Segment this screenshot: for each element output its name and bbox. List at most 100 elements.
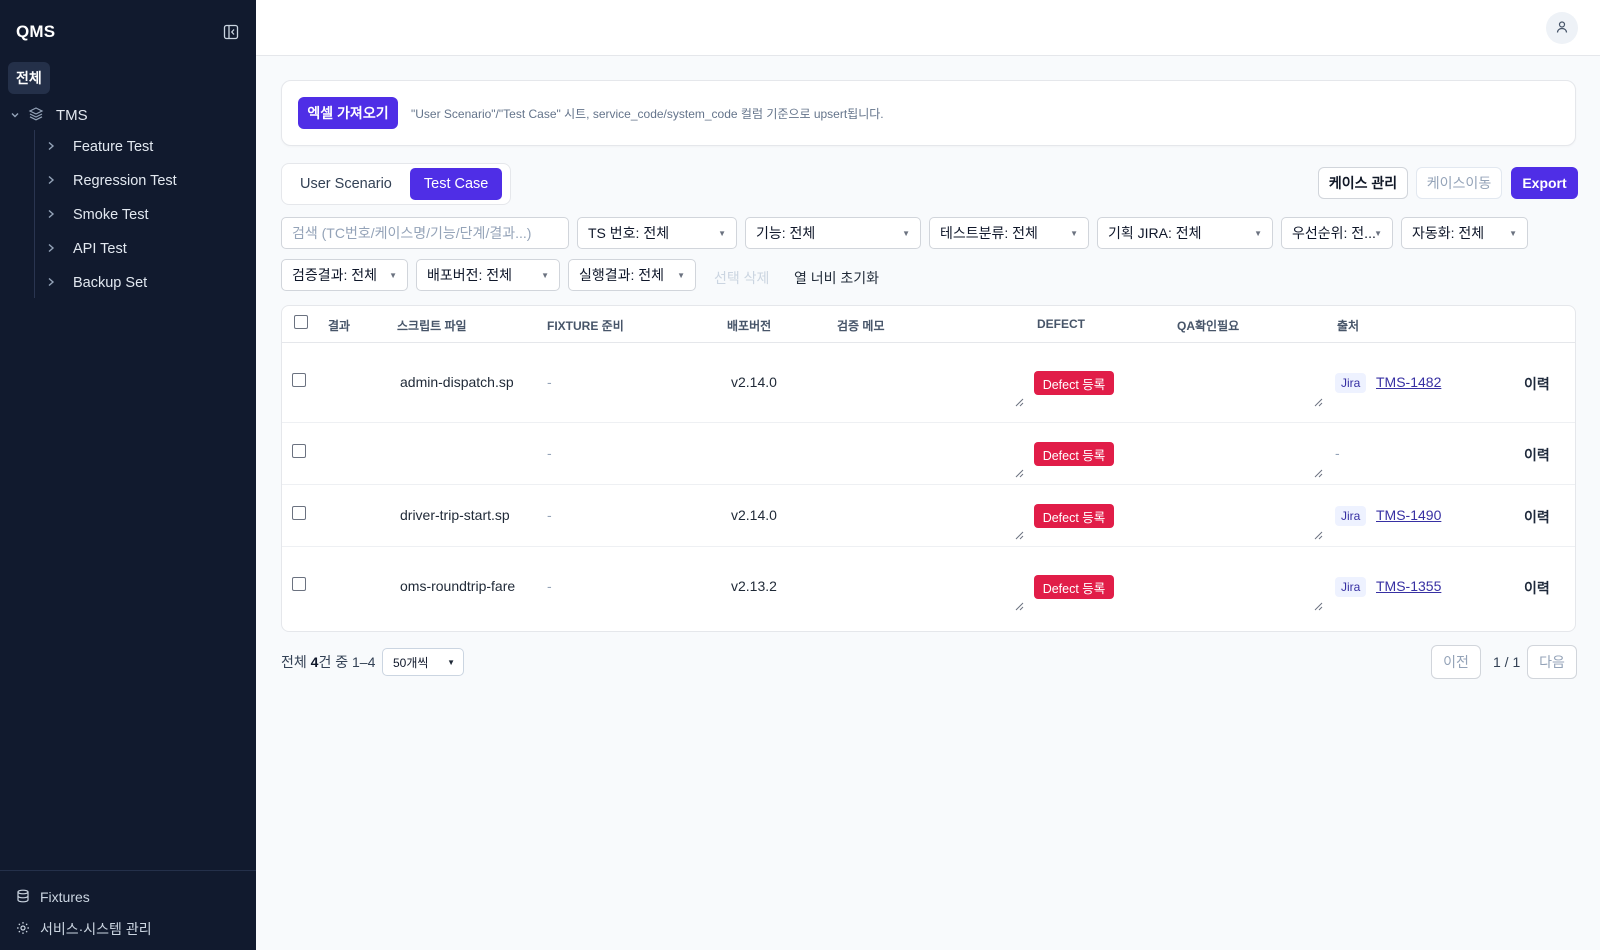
filter-deploy-version[interactable]: 배포버전: 전체 ▼ xyxy=(416,259,560,291)
script-file: oms-roundtrip-fare xyxy=(400,578,516,594)
qa-resize-handle-icon[interactable] xyxy=(1313,394,1323,407)
jira-issue-link[interactable]: TMS-1355 xyxy=(1376,578,1441,594)
defect-register-button[interactable]: Defect 등록 xyxy=(1034,371,1114,395)
jira-tag: Jira xyxy=(1335,577,1367,597)
column-header-source[interactable]: 출처 xyxy=(1337,317,1359,334)
filter-label: 기획 JIRA: 전체 xyxy=(1108,225,1202,241)
tab-user-scenario[interactable]: User Scenario xyxy=(286,168,406,200)
prev-page-button[interactable]: 이전 xyxy=(1431,645,1481,679)
move-cases-button[interactable]: 케이스이동 xyxy=(1416,167,1502,199)
column-header-defect[interactable]: DEFECT xyxy=(1037,317,1085,331)
sidebar-link-label: Fixtures xyxy=(40,889,90,905)
memo-resize-handle-icon[interactable] xyxy=(1014,465,1024,478)
gear-icon xyxy=(16,921,30,938)
column-header-memo[interactable]: 검증 메모 xyxy=(837,317,885,334)
delete-selected-button[interactable]: 선택 삭제 xyxy=(714,268,769,288)
sidebar-footer: Fixtures 서비스·시스템 관리 xyxy=(0,870,256,945)
database-icon xyxy=(16,889,30,906)
filter-ts-number[interactable]: TS 번호: 전체 ▼ xyxy=(577,217,737,249)
memo-resize-handle-icon[interactable] xyxy=(1014,527,1024,540)
version-value: v2.13.2 xyxy=(731,578,777,594)
qa-resize-handle-icon[interactable] xyxy=(1313,598,1323,611)
sidebar-item-api-test[interactable]: API Test xyxy=(35,232,246,266)
table-row: admin-dispatch.sp - v2.14.0 Defect 등록 Ji… xyxy=(282,343,1575,423)
tree-children: Feature Test Regression Test Smoke Test … xyxy=(34,130,246,298)
filter-verify-result[interactable]: 검증결과: 전체 ▼ xyxy=(281,259,408,291)
select-all-checkbox[interactable] xyxy=(294,315,308,329)
manage-cases-button[interactable]: 케이스 관리 xyxy=(1318,167,1408,199)
filter-automation[interactable]: 자동화: 전체 ▼ xyxy=(1401,217,1528,249)
reset-column-widths-button[interactable]: 열 너비 초기화 xyxy=(794,268,879,288)
filter-label: 검증결과: 전체 xyxy=(292,267,378,283)
defect-register-button[interactable]: Defect 등록 xyxy=(1034,504,1114,528)
export-button[interactable]: Export xyxy=(1511,167,1578,199)
filter-plan-jira[interactable]: 기획 JIRA: 전체 ▼ xyxy=(1097,217,1273,249)
defect-register-button[interactable]: Defect 등록 xyxy=(1034,442,1114,466)
user-avatar-button[interactable] xyxy=(1546,12,1578,44)
chevron-right-icon xyxy=(47,208,59,222)
chevron-right-icon xyxy=(47,242,59,256)
history-button[interactable]: 이력 xyxy=(1524,374,1550,394)
sidebar-item-label: Feature Test xyxy=(73,139,154,155)
column-header-qa-check[interactable]: QA확인필요 xyxy=(1177,317,1239,334)
fixture-value: - xyxy=(547,445,552,461)
sidebar-link-fixtures[interactable]: Fixtures xyxy=(0,881,256,913)
row-checkbox[interactable] xyxy=(292,444,306,458)
row-checkbox[interactable] xyxy=(292,506,306,520)
caret-down-icon: ▼ xyxy=(389,271,397,280)
column-header-version[interactable]: 배포버전 xyxy=(727,317,771,334)
import-card: 엑셀 가져오기 "User Scenario"/"Test Case" 시트, … xyxy=(281,80,1576,146)
sidebar-item-regression-test[interactable]: Regression Test xyxy=(35,164,246,198)
caret-down-icon: ▼ xyxy=(1509,229,1517,238)
total-prefix: 전체 xyxy=(281,654,311,670)
tab-test-case[interactable]: Test Case xyxy=(409,168,503,200)
defect-register-button[interactable]: Defect 등록 xyxy=(1034,575,1114,599)
sidebar-item-feature-test[interactable]: Feature Test xyxy=(35,130,246,164)
caret-down-icon: ▼ xyxy=(541,271,549,280)
sidebar-item-backup-set[interactable]: Backup Set xyxy=(35,266,246,300)
version-value: v2.14.0 xyxy=(731,507,777,523)
filter-priority[interactable]: 우선순위: 전... ▼ xyxy=(1281,217,1393,249)
history-button[interactable]: 이력 xyxy=(1524,445,1550,465)
sidebar-item-label: API Test xyxy=(73,241,127,257)
sidebar: QMS 전체 TMS Feature Test Regression Test … xyxy=(0,0,256,950)
filter-label: 기능: 전체 xyxy=(756,225,816,241)
tree-root-label: TMS xyxy=(56,106,88,124)
jira-issue-link[interactable]: TMS-1490 xyxy=(1376,507,1441,523)
column-header-result[interactable]: 결과 xyxy=(328,317,350,334)
memo-resize-handle-icon[interactable] xyxy=(1014,394,1024,407)
sidebar-item-label: Smoke Test xyxy=(73,207,149,223)
qa-resize-handle-icon[interactable] xyxy=(1313,465,1323,478)
total-suffix: 건 중 1–4 xyxy=(318,654,376,670)
history-button[interactable]: 이력 xyxy=(1524,578,1550,598)
filter-feature[interactable]: 기능: 전체 ▼ xyxy=(745,217,921,249)
memo-resize-handle-icon[interactable] xyxy=(1014,598,1024,611)
row-checkbox[interactable] xyxy=(292,577,306,591)
search-input[interactable] xyxy=(281,217,569,249)
qa-resize-handle-icon[interactable] xyxy=(1313,527,1323,540)
column-header-fixture[interactable]: FIXTURE 준비 xyxy=(547,317,624,334)
sidebar-link-label: 서비스·시스템 관리 xyxy=(40,921,152,937)
history-button[interactable]: 이력 xyxy=(1524,507,1550,527)
next-page-button[interactable]: 다음 xyxy=(1527,645,1577,679)
tree-root-tms[interactable]: TMS xyxy=(10,103,246,127)
jira-issue-link[interactable]: TMS-1482 xyxy=(1376,374,1441,390)
excel-import-button[interactable]: 엑셀 가져오기 xyxy=(298,97,398,129)
table-row: driver-trip-start.sp - v2.14.0 Defect 등록… xyxy=(282,485,1575,547)
table-row: oms-roundtrip-fare - v2.13.2 Defect 등록 J… xyxy=(282,547,1575,631)
per-page-select[interactable]: 50개씩 ▼ xyxy=(382,648,464,676)
filter-run-result[interactable]: 실행결과: 전체 ▼ xyxy=(568,259,696,291)
script-file: driver-trip-start.sp xyxy=(400,507,510,523)
per-page-value: 50개씩 xyxy=(393,655,429,670)
sidebar-item-smoke-test[interactable]: Smoke Test xyxy=(35,198,246,232)
sidebar-link-service-system[interactable]: 서비스·시스템 관리 xyxy=(0,913,256,945)
sidebar-header: QMS xyxy=(16,20,240,44)
filter-test-class[interactable]: 테스트분류: 전체 ▼ xyxy=(929,217,1089,249)
brand-logo: QMS xyxy=(16,22,56,41)
caret-down-icon: ▼ xyxy=(902,229,910,238)
column-header-script[interactable]: 스크립트 파일 xyxy=(397,317,467,334)
collapse-sidebar-icon[interactable] xyxy=(222,23,240,41)
filter-label: 우선순위: 전... xyxy=(1292,225,1376,241)
row-checkbox[interactable] xyxy=(292,373,306,387)
sidebar-item-all[interactable]: 전체 xyxy=(8,62,50,94)
